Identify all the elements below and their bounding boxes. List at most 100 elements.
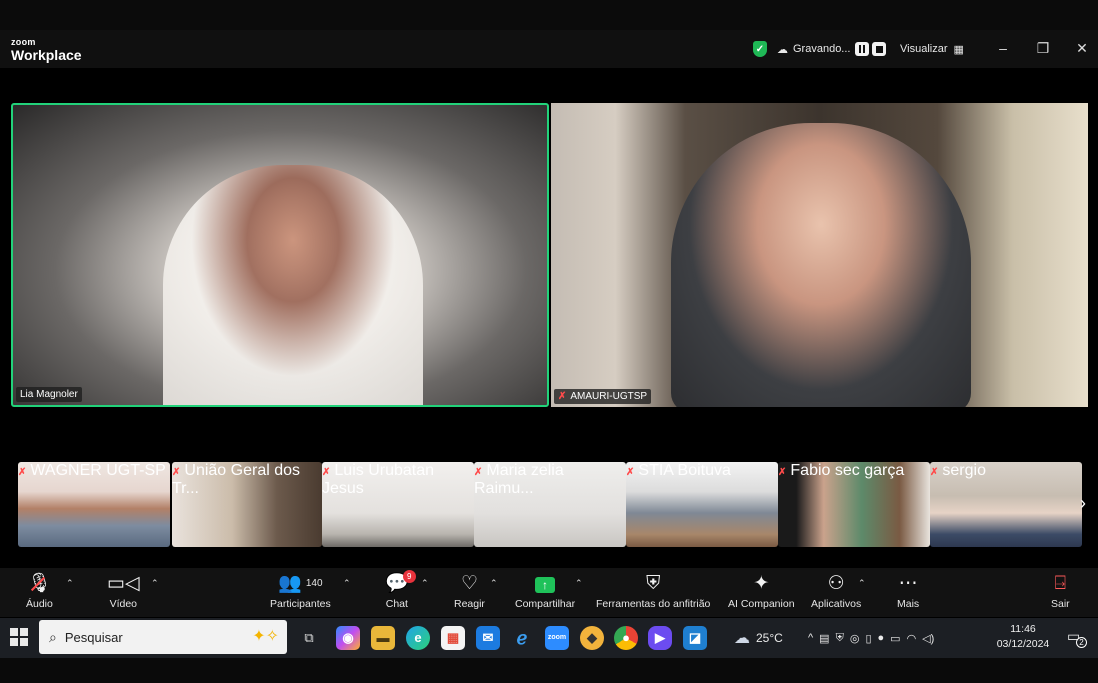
gallery-tile[interactable]: ✗ União Geral dos Tr...: [172, 462, 322, 547]
share-options-caret-icon[interactable]: ⌃: [575, 578, 583, 589]
participant-name-label: ✗ WAGNER UGT-SP: [18, 462, 166, 479]
audio-button[interactable]: 🎙 Áudio: [26, 572, 53, 610]
encryption-shield-icon[interactable]: ✓: [753, 40, 767, 58]
recording-indicator[interactable]: ☁ Gravando...: [777, 40, 887, 58]
participant-video-feed: [163, 165, 423, 405]
task-view-icon[interactable]: ⧉: [297, 626, 321, 650]
video-options-caret-icon[interactable]: ⌃: [151, 578, 159, 589]
audio-options-caret-icon[interactable]: ⌃: [66, 578, 74, 589]
tray-app-icon[interactable]: ▤: [819, 632, 829, 645]
wifi-icon[interactable]: ◠: [907, 632, 917, 645]
notification-center-icon[interactable]: ▭ 2: [1067, 628, 1087, 648]
participant-name-label: ✗ União Geral dos Tr...: [172, 462, 301, 497]
taskbar-clock[interactable]: 11:46 03/12/2024: [992, 622, 1054, 652]
mic-muted-icon: ✗: [172, 467, 181, 478]
pause-recording-button[interactable]: [855, 42, 870, 56]
video-tile-lia-magnoler[interactable]: Lia Magnoler: [11, 103, 549, 407]
react-button[interactable]: ♡ Reagir: [454, 572, 485, 610]
gallery-tile[interactable]: ✗ sergio: [930, 462, 1082, 547]
notification-count: 2: [1076, 637, 1087, 648]
chat-options-caret-icon[interactable]: ⌃: [421, 578, 429, 589]
apps-icon: ⚇: [827, 573, 845, 594]
grid-icon: ▦: [953, 43, 964, 56]
participant-name-label: ✗ Luis Urubatan Jesus: [322, 462, 435, 497]
windows-start-icon[interactable]: [10, 628, 28, 646]
edge-browser-icon[interactable]: e: [406, 626, 430, 650]
weather-widget[interactable]: ☁ 25°C: [734, 618, 783, 658]
weather-temperature: 25°C: [756, 631, 783, 645]
apps-button[interactable]: ⚇ Aplicativos: [811, 572, 861, 610]
exit-door-icon: ⍈: [1054, 573, 1067, 594]
chat-button[interactable]: 💬 9 Chat: [385, 570, 416, 610]
mic-muted-icon: ✗: [474, 467, 483, 478]
search-placeholder: Pesquisar: [64, 629, 123, 645]
participant-name-label: ✗ Maria zelia Raimu...: [474, 462, 564, 497]
ai-companion-button[interactable]: ✦ AI Companion: [728, 572, 795, 610]
mic-muted-icon: ✗: [626, 467, 635, 478]
more-button[interactable]: ⋯ Mais: [897, 572, 919, 610]
participants-icon: 👥 140: [278, 573, 323, 594]
copilot-icon[interactable]: ◉: [336, 626, 360, 650]
volume-icon[interactable]: ◁): [922, 632, 934, 645]
mail-icon[interactable]: ✉: [476, 626, 500, 650]
chrome-icon[interactable]: ●: [614, 626, 638, 650]
tray-device-icon[interactable]: ▯: [865, 632, 871, 645]
windows-taskbar: ⌕ Pesquisar ✦✧ ⧉ ◉ ▬ e ▦ ✉ ℯ zoom ◆ ● ▶ …: [0, 618, 1098, 658]
leave-button[interactable]: ⍈ Sair: [1051, 572, 1070, 610]
mic-muted-icon: ✗: [930, 467, 939, 478]
share-button[interactable]: ↑ Compartilhar: [515, 572, 575, 610]
search-icon: ⌕: [49, 628, 57, 645]
participants-options-caret-icon[interactable]: ⌃: [343, 578, 351, 589]
share-screen-icon: ↑: [535, 572, 556, 596]
gallery-next-arrow-icon[interactable]: ›: [1080, 493, 1086, 514]
gallery-tile[interactable]: ✗ Maria zelia Raimu...: [474, 462, 626, 547]
apps-options-caret-icon[interactable]: ⌃: [858, 578, 866, 589]
close-button[interactable]: ✕: [1074, 40, 1090, 56]
internet-explorer-icon[interactable]: ℯ: [510, 626, 534, 650]
zoom-titlebar: zoom Workplace ✓ ☁ Gravando... Visualiza…: [0, 30, 1098, 68]
mic-muted-icon: ✗: [778, 467, 787, 478]
photos-app-icon[interactable]: ◪: [683, 626, 707, 650]
zoom-app-icon[interactable]: zoom: [545, 626, 569, 650]
tray-mic-icon[interactable]: ●: [878, 632, 885, 644]
store-icon[interactable]: ▦: [441, 626, 465, 650]
video-button[interactable]: ▭◁ Vídeo: [107, 572, 140, 610]
tray-overflow-chevron-icon[interactable]: ^: [808, 632, 813, 644]
chat-icon: 💬 9: [385, 570, 416, 596]
media-player-icon[interactable]: ▶: [648, 626, 672, 650]
host-tools-button[interactable]: ⛨ Ferramentas do anfitrião: [596, 572, 710, 610]
participants-button[interactable]: 👥 140 Participantes: [270, 572, 331, 610]
taskbar-search-input[interactable]: ⌕ Pesquisar ✦✧: [39, 620, 287, 654]
mic-muted-icon: ✗: [322, 467, 331, 478]
more-label: Mais: [897, 598, 920, 610]
meeting-stage: Lia Magnoler ✗ AMAURI-UGTSP ✗ WAGNER UGT-…: [0, 68, 1098, 568]
participant-name-label: ✗ Fabio sec garça: [778, 462, 905, 479]
system-tray: ^ ▤ ⛨ ◎ ▯ ● ▭ ◠ ◁): [808, 618, 934, 658]
host-tools-label: Ferramentas do anfitrião: [596, 598, 711, 610]
chat-unread-badge: 9: [402, 570, 416, 583]
participant-name-label: Lia Magnoler: [16, 387, 82, 402]
host-shield-icon: ⛨: [646, 573, 661, 594]
screen-top-band: [0, 0, 1098, 30]
battery-icon[interactable]: ▭: [890, 632, 900, 645]
minimize-button[interactable]: –: [995, 40, 1011, 56]
file-explorer-icon[interactable]: ▬: [371, 626, 395, 650]
video-tile-amauri[interactable]: ✗ AMAURI-UGTSP: [551, 103, 1088, 407]
participant-name-label: ✗ STIA Boituva: [626, 462, 731, 479]
tray-security-icon[interactable]: ⛨: [836, 632, 844, 645]
view-button[interactable]: Visualizar ▦: [900, 40, 964, 58]
react-options-caret-icon[interactable]: ⌃: [490, 578, 498, 589]
heart-icon: ♡: [460, 573, 478, 594]
gallery-tile[interactable]: ✗ STIA Boituva: [626, 462, 778, 547]
restore-button[interactable]: ❐: [1035, 40, 1051, 56]
gallery-tile[interactable]: ✗ Fabio sec garça: [778, 462, 930, 547]
browser-app-icon[interactable]: ◆: [580, 626, 604, 650]
participants-label: Participantes: [270, 598, 331, 610]
more-dots-icon: ⋯: [898, 573, 918, 594]
meeting-toolbar: 🎙 Áudio ⌃ ▭◁ Vídeo ⌃ 👥140 Participantes …: [0, 568, 1098, 617]
gallery-tile[interactable]: ✗ WAGNER UGT-SP: [18, 462, 170, 547]
cloud-weather-icon: ☁: [734, 630, 750, 647]
tray-headset-icon[interactable]: ◎: [850, 632, 860, 645]
gallery-tile[interactable]: ✗ Luis Urubatan Jesus: [322, 462, 474, 547]
stop-recording-button[interactable]: [872, 42, 887, 56]
